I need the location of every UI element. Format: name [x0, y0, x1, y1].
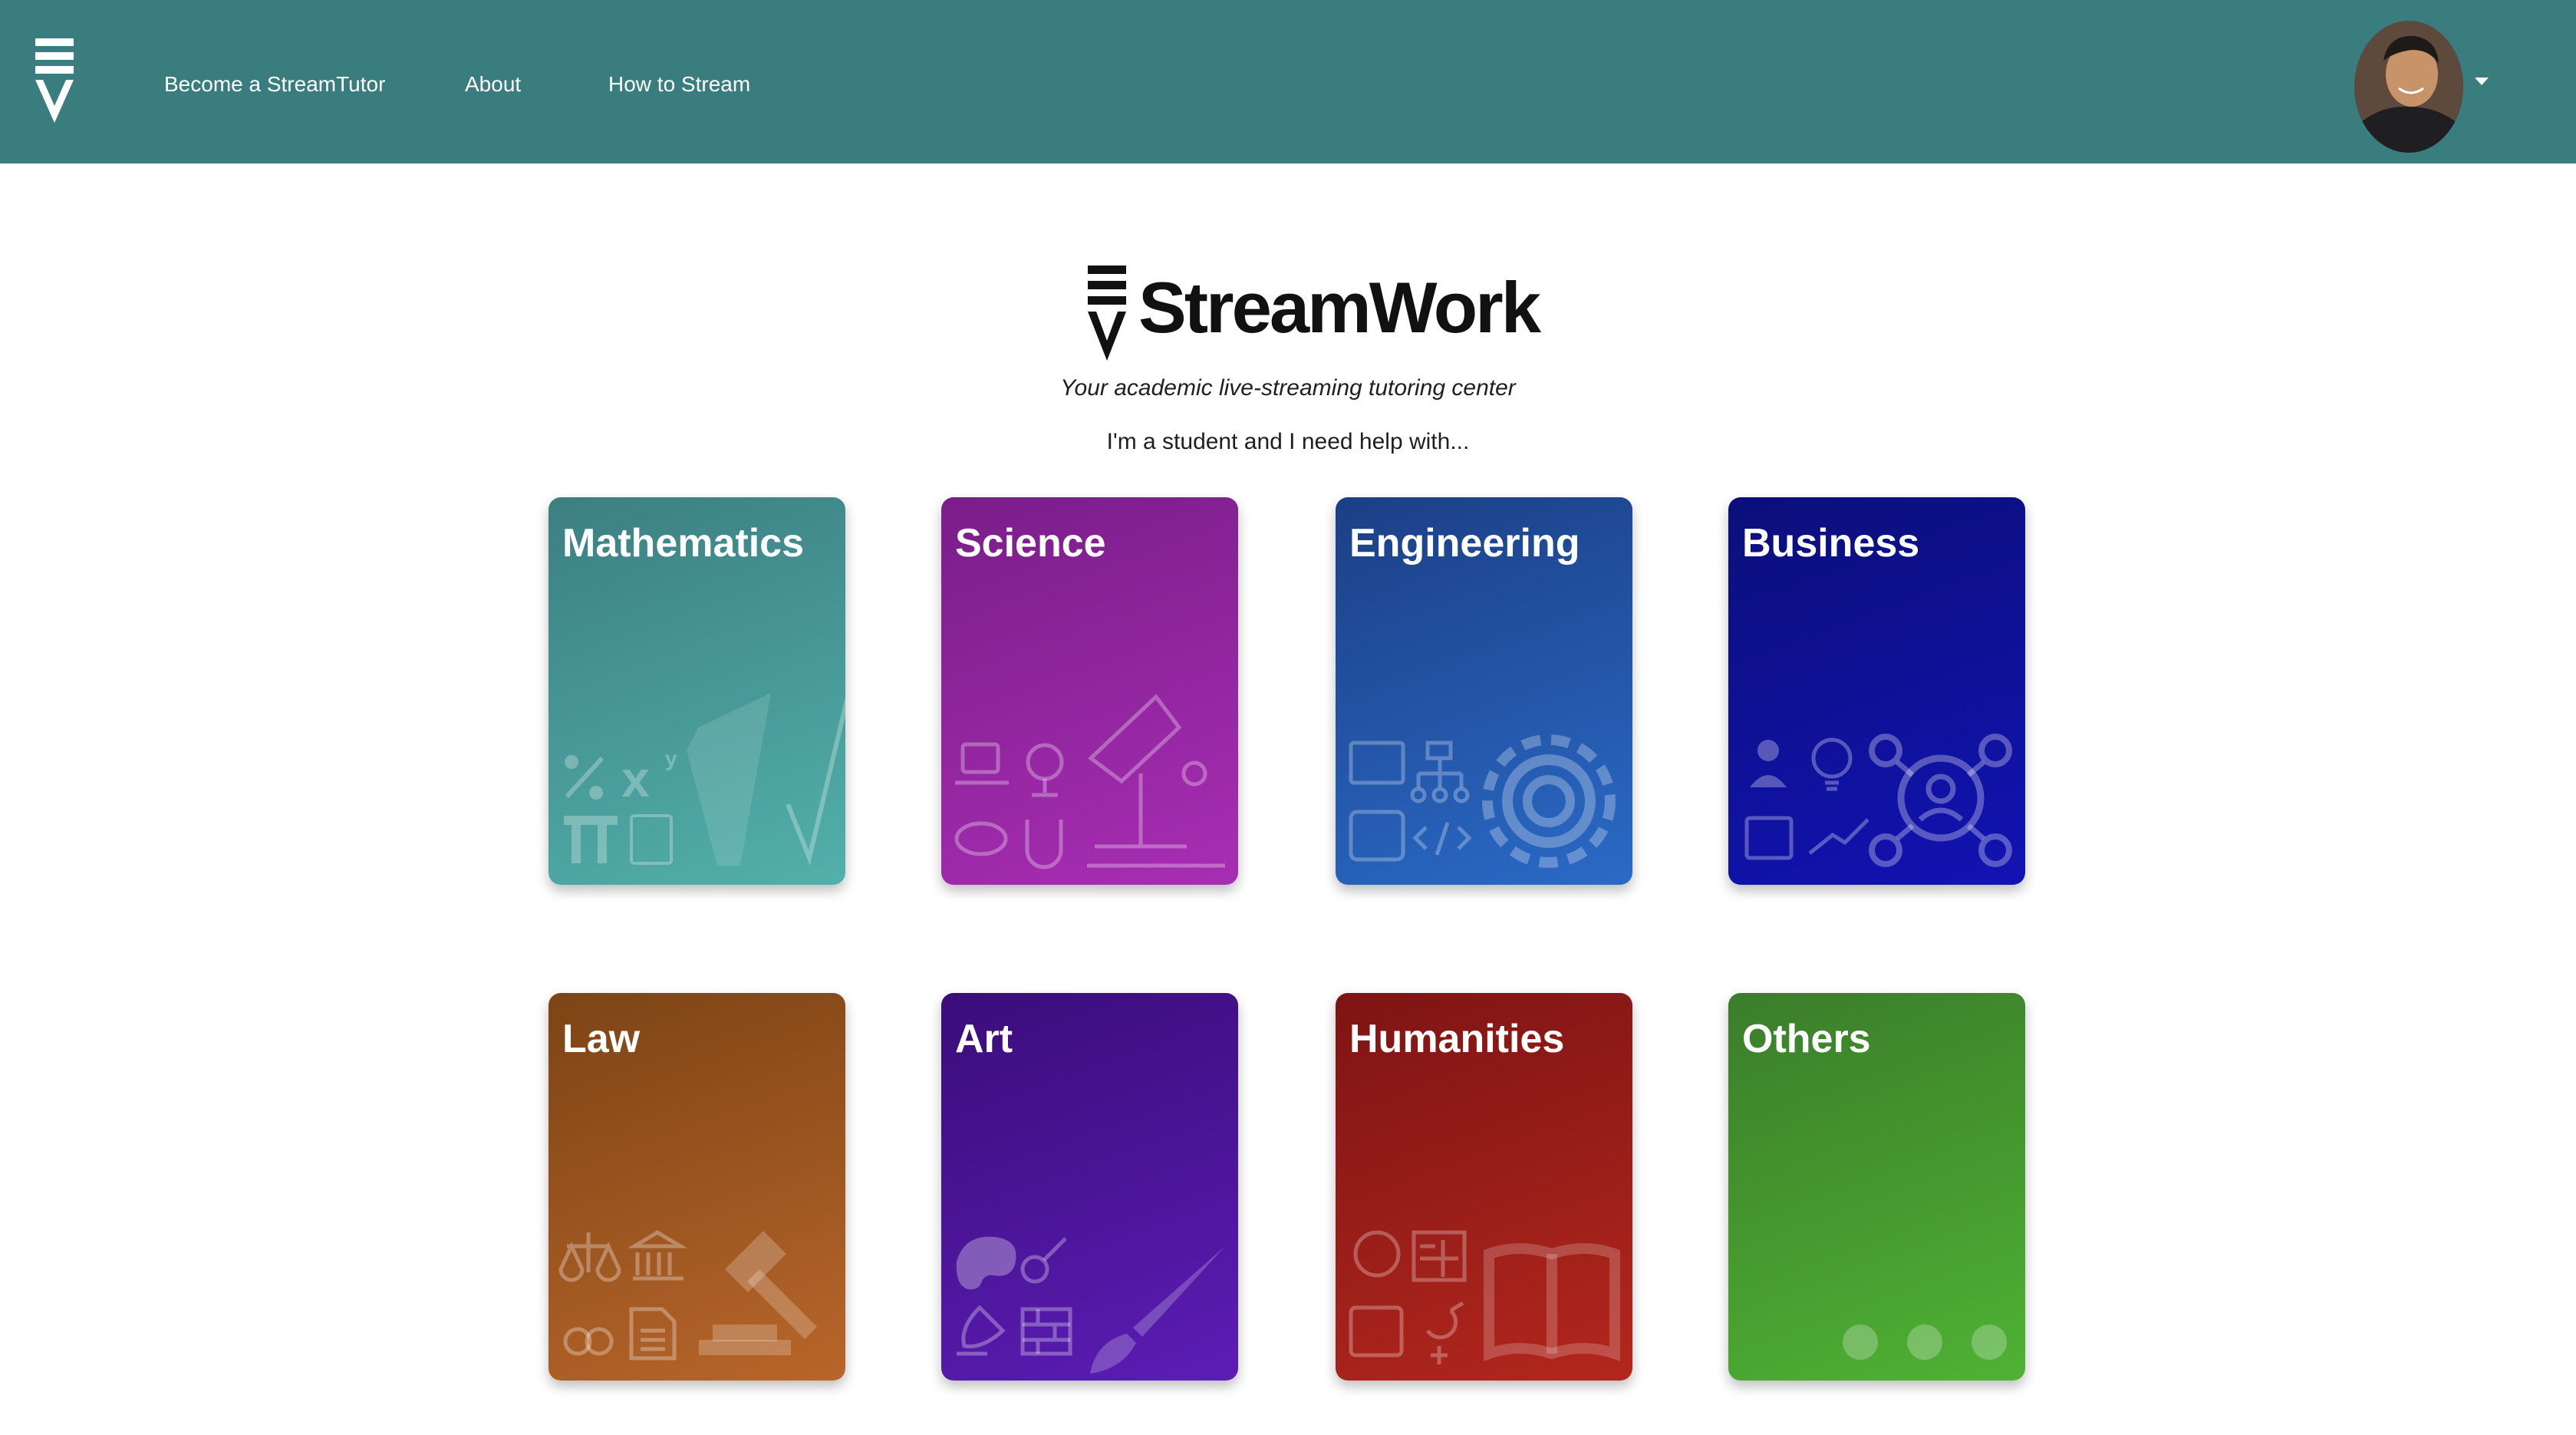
nav-how-to-stream[interactable]: How to Stream: [608, 68, 750, 101]
streamwork-logo-icon[interactable]: [32, 38, 77, 124]
category-card-mathematics[interactable]: x y Mathematics: [548, 497, 845, 885]
category-card-art[interactable]: Art: [941, 993, 1238, 1381]
nav-become-streamtutor[interactable]: Become a StreamTutor: [164, 68, 385, 101]
category-card-engineering[interactable]: Engineering: [1336, 497, 1632, 885]
category-title: Science: [955, 521, 1106, 566]
svg-text:x: x: [621, 750, 650, 807]
student-help-prompt: I'm a student and I need help with...: [1106, 429, 1470, 454]
category-title: Engineering: [1349, 521, 1580, 566]
category-title: Humanities: [1349, 1017, 1565, 1061]
hero-tagline: Your academic live-streaming tutoring ce…: [1060, 375, 1516, 401]
category-card-humanities[interactable]: Humanities: [1336, 993, 1632, 1381]
hero-title: StreamWork: [1138, 267, 1541, 348]
category-card-law[interactable]: Law: [548, 993, 845, 1381]
streamwork-logo-mark-icon: [1088, 266, 1126, 361]
top-navbar: Become a StreamTutor About How to Stream: [0, 0, 2576, 163]
category-card-business[interactable]: Business: [1728, 497, 2025, 885]
user-avatar[interactable]: [2354, 21, 2463, 153]
category-title: Business: [1742, 521, 1920, 566]
nav-about[interactable]: About: [465, 68, 521, 101]
category-card-others[interactable]: Others: [1728, 993, 2025, 1381]
svg-text:y: y: [665, 747, 677, 770]
account-dropdown-caret-icon[interactable]: [2475, 78, 2489, 85]
category-card-science[interactable]: Science: [941, 497, 1238, 885]
category-title: Art: [955, 1017, 1013, 1061]
category-title: Others: [1742, 1017, 1871, 1061]
category-title: Mathematics: [562, 521, 804, 566]
category-title: Law: [562, 1017, 641, 1061]
